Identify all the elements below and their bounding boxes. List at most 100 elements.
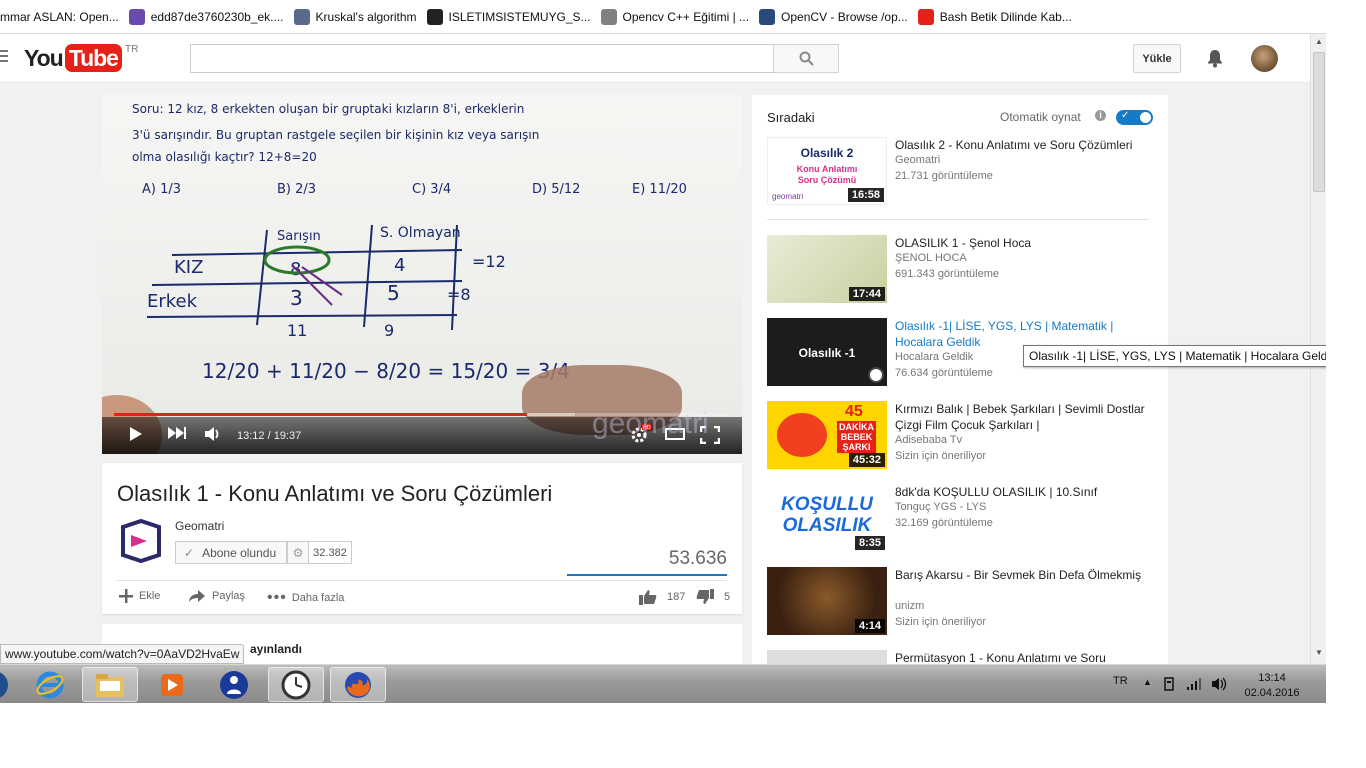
channel-name[interactable]: Geomatri — [175, 519, 224, 533]
up-next-video-item[interactable]: Permütasyon 1 - Konu Anlatımı ve Soru — [767, 650, 1157, 664]
video-thumbnail[interactable]: Olasılık -1 — [767, 318, 887, 386]
video-item-title[interactable]: Permütasyon 1 - Konu Anlatımı ve Soru — [895, 650, 1150, 664]
info-icon[interactable]: i — [1095, 110, 1106, 121]
subscribed-label: Abone olundu — [202, 545, 277, 560]
bookmark-item[interactable]: Bash Betik Dilinde Kab... — [917, 8, 1072, 25]
language-indicator[interactable]: TR — [1113, 675, 1128, 687]
video-item-title[interactable]: Barış Akarsu - Bir Sevmek Bin Defa Ölmek… — [895, 567, 1150, 583]
video-item-title[interactable]: OLASILIK 1 - Şenol Hoca — [895, 235, 1150, 251]
thumbnail-subtext: DAKİKA BEBEK ŞARKI — [837, 421, 876, 453]
board-cell-22: 5 — [387, 281, 400, 305]
watch-later-clock-icon[interactable] — [868, 367, 884, 383]
tray-device-icon[interactable] — [1163, 677, 1175, 691]
share-button[interactable]: Paylaş — [188, 589, 245, 603]
video-item-title[interactable]: 8dk'da KOŞULLU OLASILIK | 10.Sınıf — [895, 484, 1150, 500]
search-button[interactable] — [773, 44, 839, 73]
user-avatar[interactable] — [1251, 45, 1278, 72]
thumbnail-text: Olasılık 2 — [800, 146, 854, 160]
bookmark-item[interactable]: OpenCV - Browse /op... — [759, 8, 908, 25]
plus-icon — [119, 589, 133, 603]
watermark: geomatri — [592, 407, 709, 440]
video-item-meta: 76.634 görüntüleme — [895, 367, 993, 379]
video-thumbnail[interactable]: 17:44 — [767, 235, 887, 303]
taskbar-internet-explorer[interactable] — [22, 667, 78, 702]
youtube-logo[interactable]: You Tube TR — [24, 44, 138, 72]
tray-expand-icon[interactable]: ▲ — [1143, 677, 1152, 687]
youtube-header: You Tube TR Yükle — [0, 34, 1310, 83]
taskbar-clock-app[interactable] — [268, 667, 324, 702]
internet-explorer-icon — [36, 671, 64, 698]
up-next-video-item[interactable]: 17:44 OLASILIK 1 - Şenol Hoca ŞENOL HOCA 69… — [767, 235, 1157, 305]
scrollbar-thumb[interactable] — [1313, 52, 1325, 192]
bookmark-label: Kruskal's algorithm — [315, 9, 417, 24]
notifications-bell-icon[interactable] — [1206, 48, 1224, 71]
up-next-video-item[interactable]: KOŞULLU OLASILIK 8:35 8dk'da KOŞULLU OLASI… — [767, 484, 1157, 554]
thumbs-up-icon — [639, 590, 657, 605]
puzzle-icon — [293, 8, 310, 25]
board-option-a: A) 1/3 — [142, 182, 181, 197]
start-button[interactable] — [0, 667, 12, 702]
video-thumbnail[interactable]: Olasılık 2 Konu Anlatımı Soru Çözümü geoma… — [767, 137, 887, 205]
taskbar-clock[interactable]: 13:14 02.04.2016 — [1232, 671, 1312, 701]
like-button[interactable]: 187 — [639, 589, 685, 605]
video-thumbnail[interactable]: 4:14 — [767, 567, 887, 635]
subscription-settings-gear-icon[interactable]: ⚙ — [287, 541, 309, 564]
bookmark-label: OpenCV - Browse /op... — [781, 9, 908, 24]
globe-icon — [600, 8, 617, 25]
search-input[interactable] — [190, 44, 774, 73]
video-thumbnail[interactable]: 45 DAKİKA BEBEK ŞARKI 45:32 — [767, 401, 887, 469]
board-row-erkek: Erkek — [147, 291, 198, 312]
scroll-up-arrow-icon[interactable]: ▲ — [1315, 37, 1323, 46]
video-info-card: Olasılık 1 - Konu Anlatımı ve Soru Çözüm… — [102, 463, 742, 614]
video-item-channel: Hocalara Geldik — [895, 351, 974, 363]
browser-window: mmar ASLAN: Open... edd87de3760230b_ek...… — [0, 0, 1326, 703]
video-duration: 4:14 — [854, 619, 885, 633]
up-next-video-item[interactable]: 4:14 Barış Akarsu - Bir Sevmek Bin Defa Ö… — [767, 567, 1157, 637]
upload-button[interactable]: Yükle — [1133, 44, 1181, 73]
video-player[interactable]: Soru: 12 kız, 8 erkekten oluşan bir grup… — [102, 95, 742, 454]
thumbnail-text: 45 — [845, 403, 863, 420]
next-icon[interactable] — [167, 426, 187, 440]
video-item-meta: 32.169 görüntüleme — [895, 517, 993, 529]
scroll-down-arrow-icon[interactable]: ▼ — [1315, 648, 1323, 657]
video-thumbnail[interactable] — [767, 650, 887, 664]
firefox-icon — [345, 671, 371, 698]
video-item-title[interactable]: Olasılık 2 - Konu Anlatımı ve Soru Çözüm… — [895, 137, 1150, 153]
published-text: ayınlandı — [250, 642, 303, 656]
more-label: Daha fazla — [291, 592, 345, 604]
bookmark-label: ISLETIMSISTEMUYG_S... — [448, 9, 591, 24]
logo-tube-text: Tube — [64, 44, 122, 72]
board-col-solmayan: S. Olmayan — [380, 225, 461, 241]
volume-icon[interactable] — [204, 426, 222, 442]
bookmark-item[interactable]: Kruskal's algorithm — [293, 8, 417, 25]
share-arrow-icon — [189, 590, 205, 602]
volume-tray-icon[interactable] — [1211, 677, 1227, 691]
add-to-button[interactable]: Ekle — [119, 589, 160, 603]
more-button[interactable]: ••• Daha fazla — [267, 589, 344, 607]
video-item-title[interactable]: Kırmızı Balık | Bebek Şarkıları | Seviml… — [895, 401, 1150, 433]
folder-icon — [96, 673, 124, 697]
network-signal-icon[interactable] — [1186, 677, 1202, 691]
taskbar-file-explorer[interactable] — [82, 667, 138, 702]
channel-logo[interactable] — [117, 517, 165, 565]
dislike-button[interactable]: 5 — [696, 589, 730, 605]
board-option-b: B) 2/3 — [277, 182, 316, 197]
taskbar-firefox[interactable] — [330, 667, 386, 702]
taskbar-media-player[interactable] — [144, 667, 200, 702]
play-icon[interactable] — [128, 426, 144, 442]
video-duration: 45:32 — [848, 453, 885, 467]
video-thumbnail[interactable]: KOŞULLU OLASILIK 8:35 — [767, 484, 887, 552]
subscribed-button[interactable]: ✓ Abone olundu — [175, 541, 287, 564]
up-next-video-item[interactable]: 45 DAKİKA BEBEK ŞARKI 45:32 Kırmızı Balık |… — [767, 401, 1157, 471]
bookmark-item[interactable]: Opencv C++ Eğitimi | ... — [600, 8, 749, 25]
more-dots-icon: ••• — [267, 589, 287, 606]
menu-icon[interactable] — [0, 50, 8, 64]
taskbar-user-app[interactable] — [206, 667, 262, 702]
up-next-video-item[interactable]: Olasılık 2 Konu Anlatımı Soru Çözümü geoma… — [767, 137, 1157, 207]
board-option-e: E) 11/20 — [632, 182, 687, 197]
bookmark-item[interactable]: ISLETIMSISTEMUYG_S... — [426, 8, 591, 25]
bookmark-item[interactable]: edd87de3760230b_ek.... — [128, 8, 284, 25]
bookmark-item[interactable]: mmar ASLAN: Open... — [0, 10, 119, 24]
autoplay-toggle[interactable]: ✓ — [1116, 110, 1153, 125]
up-next-sidebar: Sıradaki Otomatik oynat i ✓ Olasılık 2 Ko… — [752, 95, 1168, 664]
